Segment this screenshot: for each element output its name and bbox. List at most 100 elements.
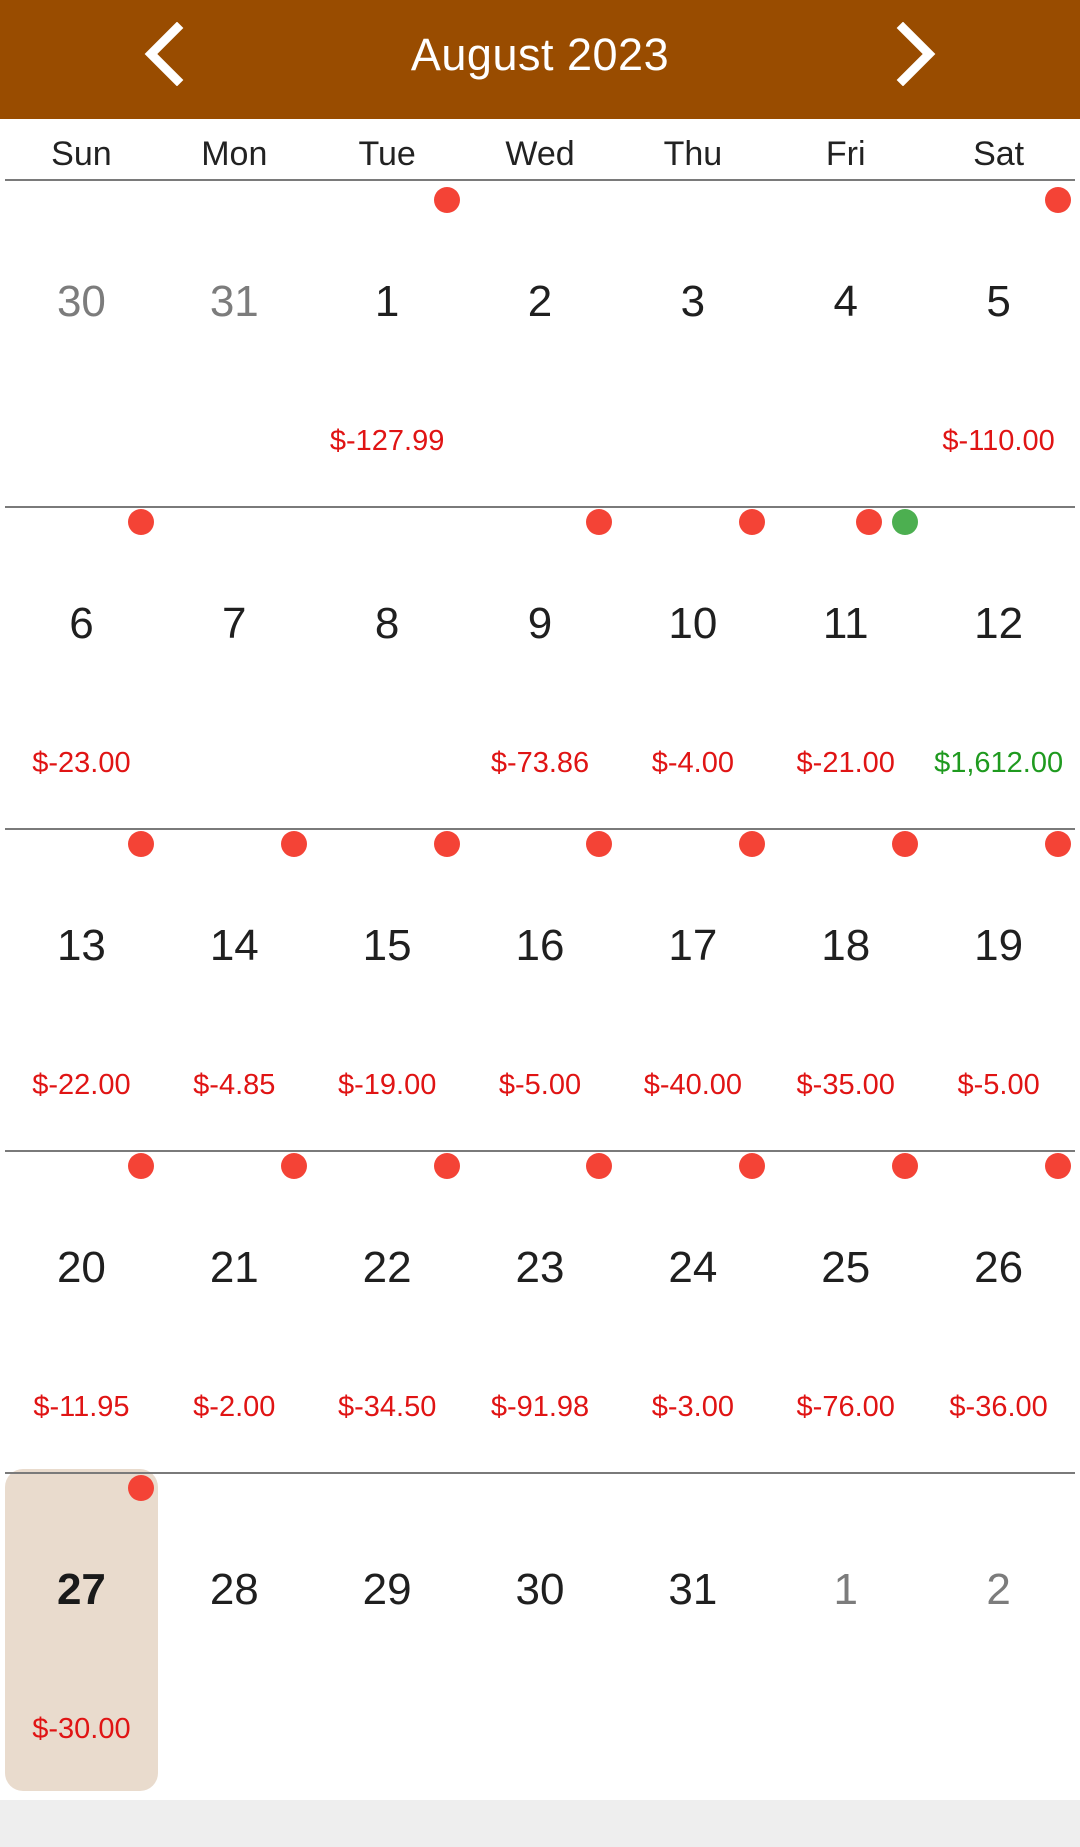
day-amount: $-22.00 [32, 1069, 131, 1101]
day-number: 28 [209, 1565, 259, 1614]
day-cell-sat[interactable]: 19 $-5.00 [922, 825, 1075, 1145]
day-number: 31 [209, 277, 259, 326]
day-amount: $-23.00 [32, 747, 131, 779]
event-indicators [892, 831, 919, 857]
day-number: 15 [362, 921, 412, 970]
day-amount: $-2.00 [193, 1391, 276, 1423]
day-cell-wed[interactable]: 30 [464, 1469, 617, 1789]
day-cell-wed[interactable]: 9 $-73.86 [464, 503, 617, 823]
event-indicators [892, 1153, 919, 1179]
day-cell-sun[interactable]: 6 $-23.00 [5, 503, 158, 823]
day-number: 17 [668, 921, 718, 970]
day-cell-thu[interactable]: 10 $-4.00 [616, 503, 769, 823]
day-cell-sat[interactable]: 2 [922, 1469, 1075, 1789]
next-month-button[interactable] [872, 14, 962, 94]
event-indicators [127, 1153, 154, 1179]
day-cell-mon[interactable]: 14 $-4.85 [158, 825, 311, 1145]
day-cell-fri[interactable]: 11 $-21.00 [769, 503, 922, 823]
day-cell-fri[interactable]: 18 $-35.00 [769, 825, 922, 1145]
event-indicators [127, 509, 154, 535]
event-indicators [433, 831, 460, 857]
week-row: 13 $-22.00 14 $-4.85 15 $-19.00 16 $-5.00 17 $-40… [5, 825, 1075, 1147]
event-indicators [1045, 1153, 1072, 1179]
calendar-grid: 30 31 1 $-127.99 2 3 4 5 $-110.00 6 $-23.00 7 8 9 $-73… [5, 181, 1075, 1791]
day-cell-thu[interactable]: 24 $-3.00 [616, 1147, 769, 1467]
expense-dot-icon [1045, 187, 1072, 213]
expense-dot-icon [739, 509, 766, 535]
day-cell-tue[interactable]: 22 $-34.50 [311, 1147, 464, 1467]
weekday-tue: Tue [358, 135, 416, 173]
weekday-sun: Sun [51, 135, 112, 173]
expense-dot-icon [856, 509, 883, 535]
day-number: 24 [668, 1243, 718, 1292]
day-amount: $-5.00 [957, 1069, 1040, 1101]
expense-dot-icon [1045, 1153, 1072, 1179]
day-cell-thu[interactable]: 31 [616, 1469, 769, 1789]
day-number: 19 [974, 921, 1024, 970]
day-cell-tue[interactable]: 8 [311, 503, 464, 823]
bottom-bar [0, 1800, 1080, 1847]
event-indicators [739, 509, 766, 535]
day-cell-thu[interactable]: 17 $-40.00 [616, 825, 769, 1145]
day-cell-mon[interactable]: 31 [158, 181, 311, 501]
week-row: 30 31 1 $-127.99 2 3 4 5 $-110.00 [5, 181, 1075, 503]
event-indicators [433, 187, 460, 213]
day-amount: $-91.98 [490, 1391, 590, 1423]
day-amount: $-40.00 [643, 1069, 743, 1101]
expense-dot-icon [127, 509, 154, 535]
day-number: 20 [56, 1243, 106, 1292]
day-cell-wed[interactable]: 23 $-91.98 [464, 1147, 617, 1467]
expense-dot-icon [892, 831, 919, 857]
day-number: 16 [515, 921, 565, 970]
expense-dot-icon [586, 831, 613, 857]
event-indicators [586, 1153, 613, 1179]
expense-dot-icon [127, 831, 154, 857]
day-cell-thu[interactable]: 3 [616, 181, 769, 501]
day-cell-sat[interactable]: 5 $-110.00 [922, 181, 1075, 501]
day-number: 2 [986, 1565, 1011, 1614]
day-number: 27 [56, 1565, 106, 1614]
day-cell-mon[interactable]: 7 [158, 503, 311, 823]
day-amount: $-30.00 [32, 1713, 131, 1745]
day-amount: $-36.00 [949, 1391, 1048, 1423]
day-cell-sat[interactable]: 12 $1,612.00 [922, 503, 1075, 823]
day-cell-mon[interactable]: 28 [158, 1469, 311, 1789]
expense-dot-icon [433, 831, 460, 857]
day-cell-sun[interactable]: 27 $-30.00 [5, 1469, 158, 1791]
day-cell-tue[interactable]: 29 [311, 1469, 464, 1789]
day-amount: $-34.50 [337, 1391, 437, 1423]
expense-dot-icon [433, 187, 460, 213]
day-cell-tue[interactable]: 15 $-19.00 [311, 825, 464, 1145]
day-cell-sun[interactable]: 13 $-22.00 [5, 825, 158, 1145]
day-cell-sun[interactable]: 30 [5, 181, 158, 501]
day-cell-wed[interactable]: 2 [464, 181, 617, 501]
expense-dot-icon [586, 509, 613, 535]
expense-dot-icon [892, 1153, 919, 1179]
day-cell-fri[interactable]: 4 [769, 181, 922, 501]
day-amount: $-21.00 [796, 747, 895, 779]
day-cell-mon[interactable]: 21 $-2.00 [158, 1147, 311, 1467]
expense-dot-icon [280, 1153, 307, 1179]
day-cell-sat[interactable]: 26 $-36.00 [922, 1147, 1075, 1467]
week-row: 20 $-11.95 21 $-2.00 22 $-34.50 23 $-91.98 24 $-3… [5, 1147, 1075, 1469]
day-number: 30 [56, 277, 106, 326]
day-amount: $-110.00 [942, 425, 1055, 457]
day-cell-sun[interactable]: 20 $-11.95 [5, 1147, 158, 1467]
day-number: 21 [209, 1243, 259, 1292]
day-number: 26 [974, 1243, 1024, 1292]
day-number: 10 [668, 599, 718, 648]
day-number: 18 [821, 921, 871, 970]
day-cell-fri[interactable]: 25 $-76.00 [769, 1147, 922, 1467]
event-indicators [586, 509, 613, 535]
day-number: 7 [222, 599, 247, 648]
day-cell-wed[interactable]: 16 $-5.00 [464, 825, 617, 1145]
day-number: 6 [69, 599, 94, 648]
expense-dot-icon [586, 1153, 613, 1179]
day-cell-tue[interactable]: 1 $-127.99 [311, 181, 464, 501]
day-amount: $-11.95 [33, 1391, 130, 1423]
day-cell-fri[interactable]: 1 [769, 1469, 922, 1789]
day-number: 30 [515, 1565, 565, 1614]
event-indicators [1045, 187, 1072, 213]
weekday-thu: Thu [663, 135, 723, 173]
income-dot-icon [892, 509, 919, 535]
